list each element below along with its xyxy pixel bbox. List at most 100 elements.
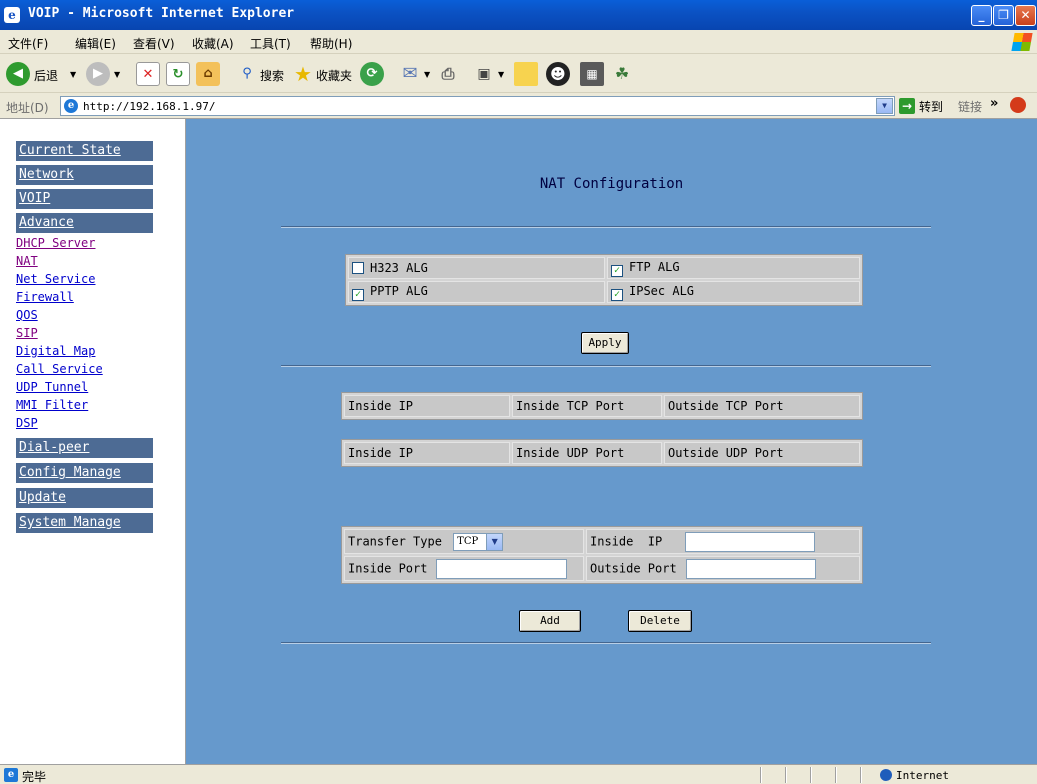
nav-update[interactable]: Update	[16, 488, 153, 508]
favorites-label[interactable]: 收藏夹	[316, 67, 352, 84]
back-arrow-icon[interactable]: ◀	[6, 62, 30, 86]
add-button[interactable]: Add	[519, 610, 581, 632]
divider	[281, 226, 931, 228]
main-content: NAT Configuration H323 ALG ✓ FTP ALG ✓ PPT…	[186, 119, 1037, 764]
inside-ip-input[interactable]	[685, 531, 816, 552]
window-titlebar: e VOIP - Microsoft Internet Explorer _ ❐…	[0, 0, 1037, 30]
nav-link-qos[interactable]: QOS	[16, 309, 38, 321]
menu-view[interactable]: 查看(V)	[133, 35, 175, 52]
go-arrow-icon[interactable]: →	[899, 98, 915, 114]
network-icon[interactable]: ☘	[610, 62, 634, 86]
discuss-icon[interactable]	[514, 62, 538, 86]
research-icon[interactable]: ▦	[580, 62, 604, 86]
history-icon[interactable]: ⟳	[360, 62, 384, 86]
nav-link-call-service[interactable]: Call Service	[16, 363, 103, 375]
refresh-icon[interactable]: ↻	[166, 62, 190, 86]
links-label[interactable]: 链接	[958, 98, 982, 115]
menu-bar: 文件(F) 编辑(E) 查看(V) 收藏(A) 工具(T) 帮助(H)	[0, 30, 1037, 54]
ipsec-alg-checkbox[interactable]: ✓	[611, 288, 623, 301]
search-icon[interactable]: ⚲	[235, 62, 259, 86]
status-separator	[860, 767, 862, 783]
udp-header-inside-ip: Inside IP	[344, 442, 510, 464]
menu-help[interactable]: 帮助(H)	[310, 35, 352, 52]
outside-port-label: Outside Port	[590, 561, 677, 575]
address-dropdown-icon[interactable]: ▼	[876, 98, 893, 114]
stop-icon[interactable]: ✕	[136, 62, 160, 86]
menu-favorites[interactable]: 收藏(A)	[192, 35, 234, 52]
favorites-star-icon[interactable]: ★	[291, 62, 315, 86]
nav-link-firewall[interactable]: Firewall	[16, 291, 74, 303]
nav-link-dhcp-server[interactable]: DHCP Server	[16, 237, 95, 249]
udp-mapping-table: Inside IP Inside UDP Port Outside UDP Po…	[341, 439, 863, 467]
mail-dropdown-icon[interactable]: ▼	[424, 70, 430, 79]
back-label[interactable]: 后退	[34, 67, 58, 84]
mail-icon[interactable]: ✉	[398, 62, 422, 86]
messenger-icon[interactable]: ☻	[546, 62, 570, 86]
edit-icon[interactable]: ▣	[472, 62, 496, 86]
go-button[interactable]: 转到	[919, 98, 943, 115]
alg-cell-ipsec: ✓ IPSec ALG	[607, 281, 860, 303]
status-separator	[835, 767, 837, 783]
pptp-alg-checkbox[interactable]: ✓	[352, 288, 364, 301]
nav-current-state[interactable]: Current State	[16, 141, 153, 161]
alg-cell-h323: H323 ALG	[348, 257, 605, 279]
transfer-type-cell: Transfer Type TCP ▼	[344, 529, 584, 554]
print-icon[interactable]: ⎙	[436, 62, 460, 86]
links-chevron-icon[interactable]: »	[990, 96, 998, 111]
address-input[interactable]: e http://192.168.1.97/	[60, 96, 895, 116]
nav-voip[interactable]: VOIP	[16, 189, 153, 209]
status-separator	[785, 767, 787, 783]
status-separator	[760, 767, 762, 783]
nav-link-digital-map[interactable]: Digital Map	[16, 345, 95, 357]
delete-button[interactable]: Delete	[628, 610, 692, 632]
nav-link-net-service[interactable]: Net Service	[16, 273, 95, 285]
minimize-button[interactable]: _	[971, 5, 992, 26]
nav-link-mmi-filter[interactable]: MMI Filter	[16, 399, 88, 411]
inside-port-cell: Inside Port	[344, 556, 584, 581]
internet-globe-icon	[880, 769, 892, 781]
inside-port-input[interactable]	[435, 558, 567, 579]
nav-config-manage[interactable]: Config Manage	[16, 463, 153, 483]
tcp-header-inside-ip: Inside IP	[344, 395, 510, 417]
pptp-alg-label: PPTP ALG	[370, 283, 428, 298]
nav-network[interactable]: Network	[16, 165, 153, 185]
nav-dial-peer[interactable]: Dial-peer	[16, 438, 153, 458]
tcp-header-outside-port: Outside TCP Port	[664, 395, 860, 417]
nav-link-udp-tunnel[interactable]: UDP Tunnel	[16, 381, 88, 393]
page-done-icon: e	[4, 768, 18, 782]
nav-link-dsp[interactable]: DSP	[16, 417, 38, 429]
outside-port-input[interactable]	[685, 558, 816, 579]
h323-alg-checkbox[interactable]	[352, 262, 364, 274]
alg-cell-ftp: ✓ FTP ALG	[607, 257, 860, 279]
alg-cell-pptp: ✓ PPTP ALG	[348, 281, 605, 303]
maximize-button[interactable]: ❐	[993, 5, 1014, 26]
menu-edit[interactable]: 编辑(E)	[75, 35, 116, 52]
window-title: VOIP - Microsoft Internet Explorer	[28, 6, 295, 21]
forward-dropdown-icon[interactable]: ▼	[114, 70, 120, 79]
search-label[interactable]: 搜索	[260, 67, 284, 84]
ftp-alg-checkbox[interactable]: ✓	[611, 264, 623, 277]
nav-link-nat[interactable]: NAT	[16, 255, 38, 267]
windows-logo-icon	[1011, 33, 1033, 51]
chevron-down-icon: ▼	[486, 533, 503, 550]
menu-file[interactable]: 文件(F)	[8, 35, 48, 52]
alg-options-table: H323 ALG ✓ FTP ALG ✓ PPTP ALG ✓ IPSec ALG	[345, 254, 863, 306]
back-dropdown-icon[interactable]: ▼	[70, 70, 76, 79]
inside-ip-cell: Inside IP	[586, 529, 860, 554]
close-button[interactable]: ✕	[1015, 5, 1036, 26]
address-url: http://192.168.1.97/	[83, 100, 216, 113]
sidebar: Current State Network VOIP Advance DHCP …	[0, 119, 186, 764]
nav-advance[interactable]: Advance	[16, 213, 153, 233]
nav-system-manage[interactable]: System Manage	[16, 513, 153, 533]
transfer-type-select[interactable]: TCP ▼	[453, 532, 504, 551]
apply-button[interactable]: Apply	[581, 332, 629, 354]
menu-tools[interactable]: 工具(T)	[250, 35, 291, 52]
tcp-mapping-table: Inside IP Inside TCP Port Outside TCP Po…	[341, 392, 863, 420]
home-icon[interactable]: ⌂	[196, 62, 220, 86]
ie-app-icon: e	[4, 7, 20, 23]
edit-dropdown-icon[interactable]: ▼	[498, 70, 504, 79]
forward-arrow-icon[interactable]: ▶	[86, 62, 110, 86]
ftp-alg-label: FTP ALG	[629, 259, 680, 274]
extension-icon[interactable]	[1010, 97, 1026, 113]
nav-link-sip[interactable]: SIP	[16, 327, 38, 339]
